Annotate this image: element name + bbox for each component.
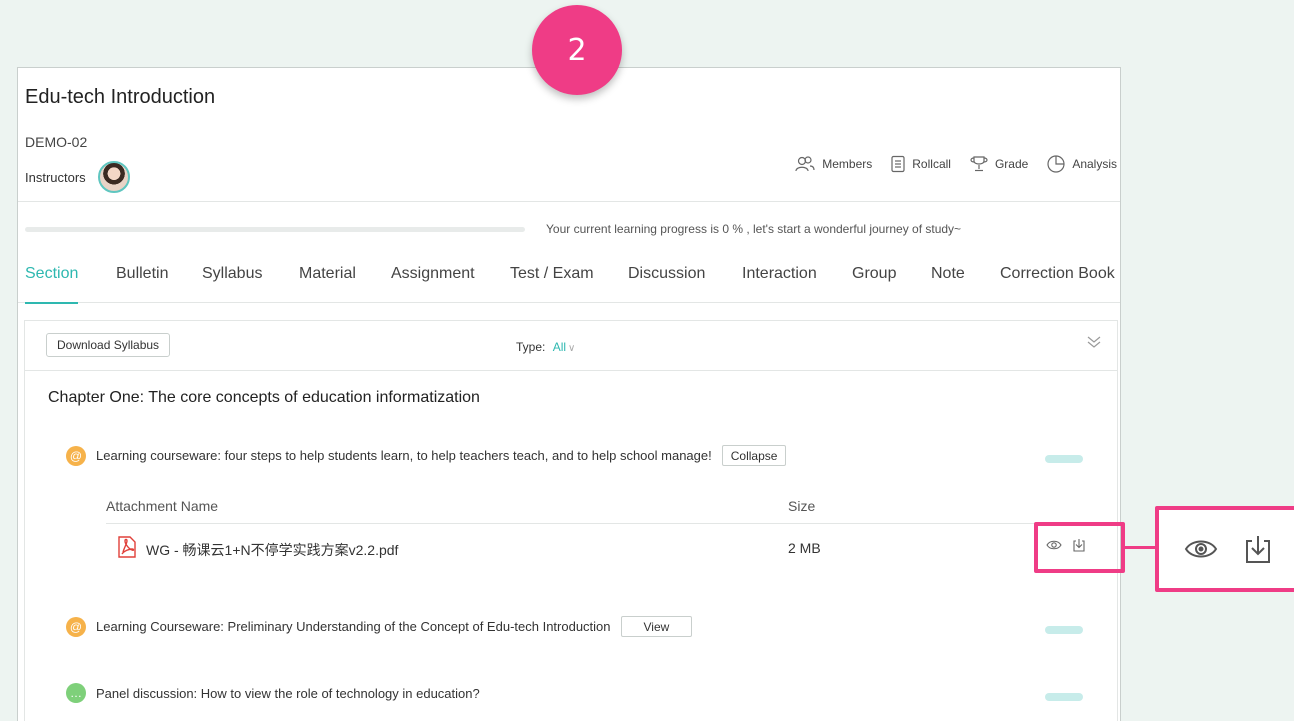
tab-interaction[interactable]: Interaction	[742, 265, 817, 303]
discussion-icon: …	[66, 683, 86, 703]
eye-icon	[1184, 540, 1218, 558]
header-divider	[18, 201, 1120, 202]
table-row: WG - 畅课云1+N不停学实践方案v2.2.pdf 2 MB	[106, 534, 1109, 564]
course-panel: Edu-tech Introduction DEMO-02 Instructor…	[17, 67, 1121, 721]
download-icon	[1246, 536, 1270, 563]
status-pill	[1045, 455, 1083, 463]
grade-button[interactable]: Grade	[969, 155, 1028, 173]
tab-correction-book[interactable]: Correction Book	[1000, 265, 1115, 303]
type-filter[interactable]: Type: All ∨	[516, 340, 575, 354]
tab-syllabus[interactable]: Syllabus	[202, 265, 262, 303]
tab-bulletin[interactable]: Bulletin	[116, 265, 168, 303]
instructor-avatar[interactable]	[97, 161, 130, 193]
rollcall-icon	[891, 155, 905, 173]
analysis-label: Analysis	[1072, 157, 1117, 171]
course-toolbar: Members Rollcall Grade Analysis	[776, 154, 1117, 174]
course-code: DEMO-02	[25, 134, 88, 150]
instructors-label: Instructors	[25, 169, 86, 185]
analysis-button[interactable]: Analysis	[1046, 154, 1117, 174]
course-tabs: Section Bulletin Syllabus Material Assig…	[18, 265, 1120, 304]
zoomed-actions-callout	[1155, 506, 1294, 592]
status-pill	[1045, 626, 1083, 634]
collapse-button[interactable]: Collapse	[721, 445, 787, 466]
chevron-down-icon: ∨	[568, 343, 576, 354]
header-size: Size	[788, 498, 816, 514]
tab-group[interactable]: Group	[852, 265, 896, 303]
members-button[interactable]: Members	[794, 155, 872, 173]
grade-label: Grade	[994, 157, 1029, 171]
highlight-connector	[1125, 546, 1157, 549]
step-badge: 2	[532, 5, 622, 95]
item-title[interactable]: Learning Courseware: Preliminary Underst…	[96, 619, 611, 634]
list-item: @ Learning Courseware: Preliminary Under…	[66, 616, 693, 637]
courseware-icon: @	[66, 445, 86, 466]
tab-discussion[interactable]: Discussion	[628, 265, 705, 303]
tab-note[interactable]: Note	[931, 265, 965, 303]
instructors-row: Instructors	[25, 161, 130, 193]
section-toolbar: Download Syllabus Type: All ∨	[25, 321, 1117, 371]
tab-test-exam[interactable]: Test / Exam	[510, 265, 594, 303]
tab-assignment[interactable]: Assignment	[391, 265, 475, 303]
progress-bar	[25, 227, 525, 232]
type-filter-value[interactable]: All ∨	[553, 340, 576, 354]
members-label: Members	[822, 157, 873, 171]
progress-text: Your current learning progress is 0 % , …	[546, 222, 962, 236]
attachment-table-header: Attachment Name Size	[106, 491, 1109, 524]
tab-material[interactable]: Material	[299, 265, 356, 303]
pie-chart-icon	[1047, 155, 1065, 173]
courseware-icon: @	[66, 616, 86, 637]
members-icon	[795, 156, 815, 172]
course-title: Edu-tech Introduction	[25, 86, 216, 108]
double-chevron-down-icon[interactable]	[1085, 333, 1103, 351]
trophy-icon	[970, 156, 988, 172]
attachment-name[interactable]: WG - 畅课云1+N不停学实践方案v2.2.pdf	[146, 540, 398, 560]
type-filter-label: Type:	[516, 340, 546, 354]
pdf-icon	[118, 536, 136, 558]
attachment-size: 2 MB	[788, 540, 821, 556]
download-syllabus-button[interactable]: Download Syllabus	[46, 333, 171, 357]
list-item: @ Learning courseware: four steps to hel…	[66, 445, 787, 466]
view-button[interactable]: View	[620, 616, 693, 637]
section-content: Download Syllabus Type: All ∨ Chapter One…	[24, 320, 1118, 721]
rollcall-button[interactable]: Rollcall	[890, 155, 951, 173]
header-attachment-name: Attachment Name	[106, 498, 219, 514]
highlight-box-actions	[1034, 522, 1125, 573]
item-title[interactable]: Panel discussion: How to view the role o…	[96, 686, 480, 701]
list-item: … Panel discussion: How to view the role…	[66, 683, 480, 703]
status-pill	[1045, 693, 1083, 701]
item-title[interactable]: Learning courseware: four steps to help …	[96, 448, 712, 463]
tab-section[interactable]: Section	[25, 265, 79, 304]
chapter-title: Chapter One: The core concepts of educat…	[48, 389, 480, 406]
rollcall-label: Rollcall	[912, 157, 951, 171]
